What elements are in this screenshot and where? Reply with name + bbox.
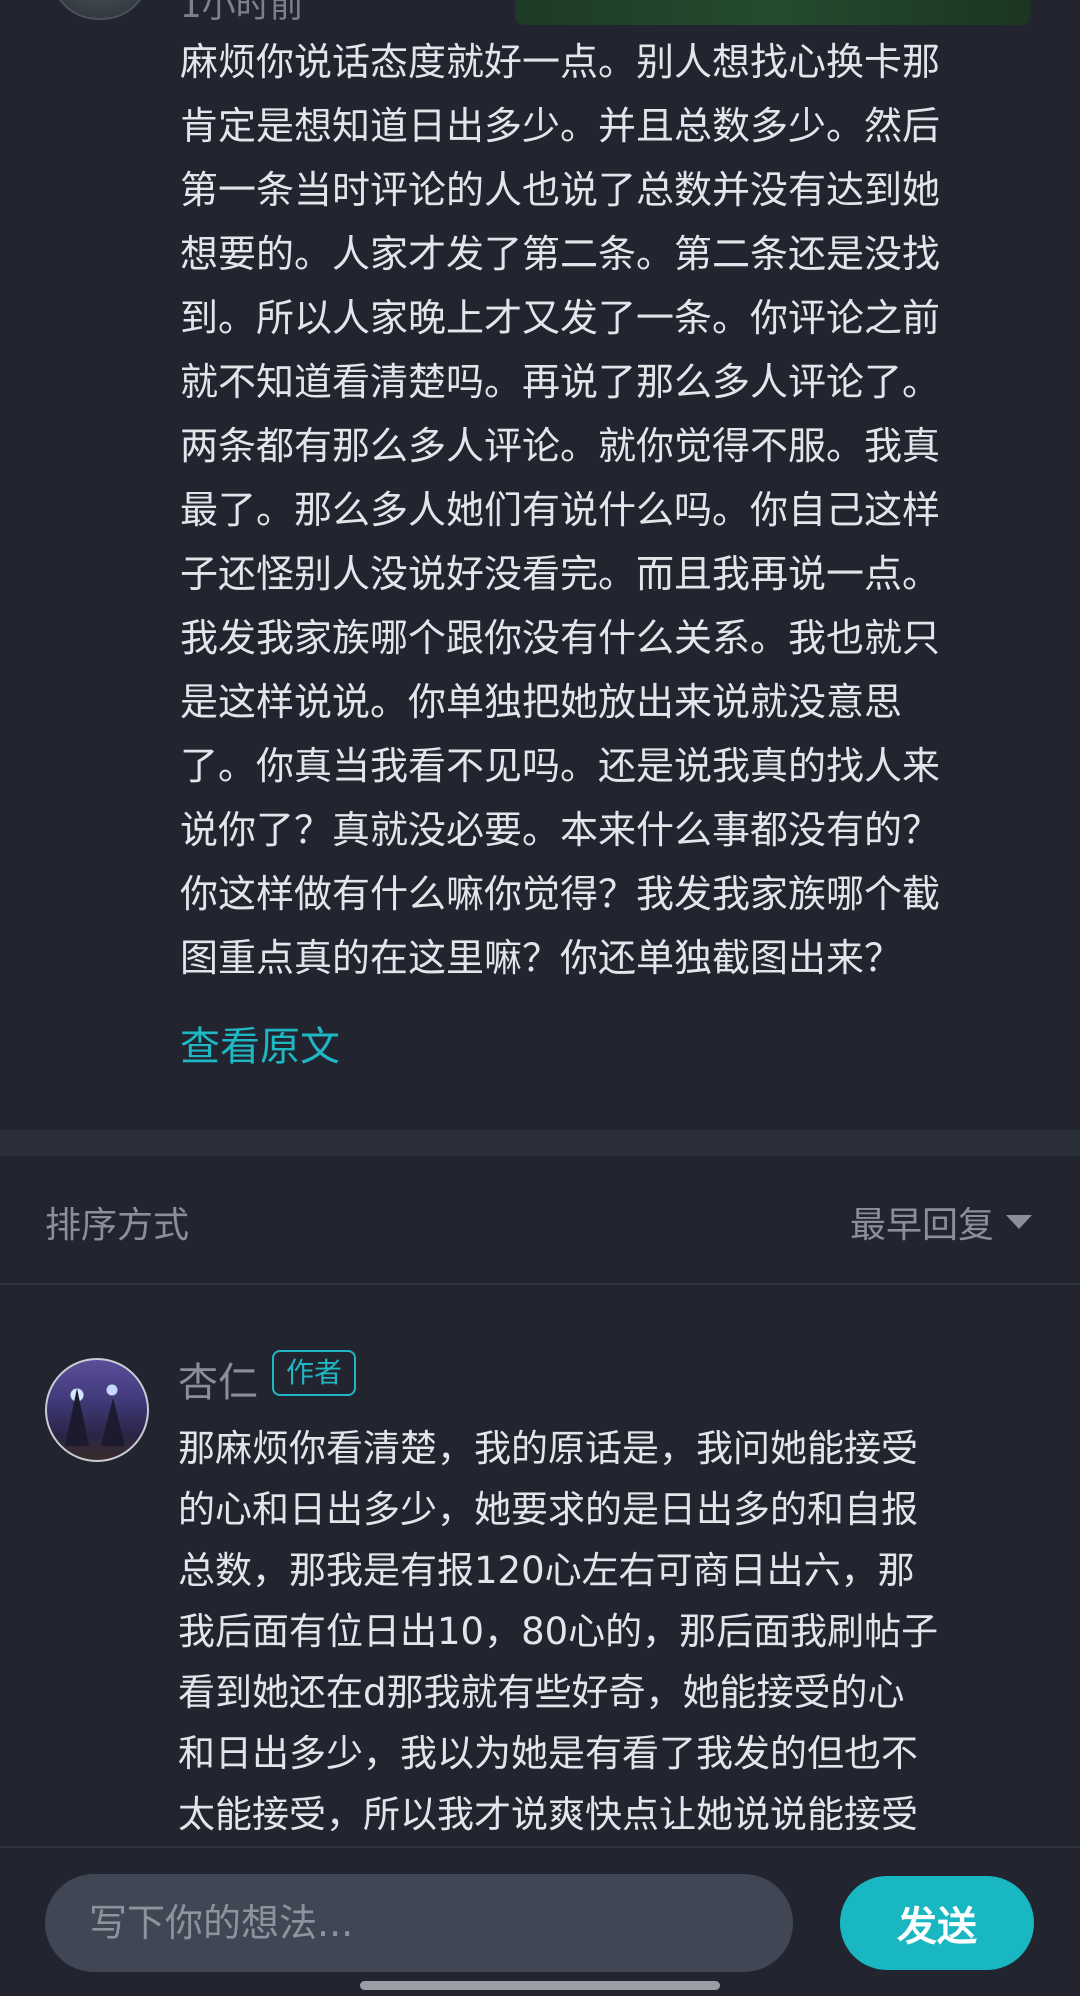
post-body-line: 图重点真的在这里嘛？你还单独截图出来？ <box>180 936 903 980</box>
view-original-link[interactable]: 查看原文 <box>180 1014 340 1072</box>
avatar-tree-shape <box>65 1388 89 1446</box>
post-timestamp: 1小时前 <box>180 0 304 26</box>
section-divider <box>0 1130 1080 1156</box>
sort-divider <box>0 1283 1080 1285</box>
reply-author-name[interactable]: 杏仁 <box>178 1350 258 1408</box>
sort-selected-value: 最早回复 <box>849 1205 994 1246</box>
post-body-line: 是这样说说。你单独把她放出来说就没意思 <box>180 680 903 724</box>
reply-body-line: 我后面有位日出10，80心的，那后面我刷帖子 <box>178 1610 939 1653</box>
post-body-line: 想要的。人家才发了第二条。第二条还是没找 <box>180 232 941 276</box>
post-body-line: 说你了？真就没必要。本来什么事都没有的？ <box>180 808 941 852</box>
comment-input[interactable] <box>45 1874 793 1972</box>
send-button[interactable]: 发送 <box>840 1876 1034 1970</box>
post-body-line: 第一条当时评论的人也说了总数并没有达到她 <box>180 168 941 212</box>
post-body-line: 两条都有那么多人评论。就你觉得不服。我真 <box>180 424 941 468</box>
reply-body-line: 和日出多少，我以为她是有看了我发的但也不 <box>178 1732 918 1775</box>
reply-body-line: 总数，那我是有报120心左右可商日出六，那 <box>178 1549 915 1592</box>
sort-order-dropdown[interactable]: 最早回复 <box>850 1196 1032 1248</box>
home-indicator[interactable] <box>360 1981 720 1990</box>
post-body-line: 子还怪别人没说好没看完。而且我再说一点。 <box>180 552 941 596</box>
post-body-text: 麻烦你说话态度就好一点。别人想找心换卡那 肯定是想知道日出多少。并且总数多少。然… <box>180 30 1030 990</box>
reply-body-line: 的心和日出多少，她要求的是日出多的和自报 <box>178 1488 918 1531</box>
caret-down-icon <box>1006 1215 1032 1229</box>
post-body-line: 肯定是想知道日出多少。并且总数多少。然后 <box>180 104 941 148</box>
avatar-tree-shape <box>101 1398 125 1446</box>
author-badge: 作者 <box>272 1350 357 1396</box>
reply-body-line: 那麻烦你看清楚，我的原话是，我问她能接受 <box>178 1427 918 1470</box>
reply-body-line: 太能接受，所以我才说爽快点让她说说能接受 <box>178 1793 918 1836</box>
post-body-line: 到。所以人家晚上才又发了一条。你评论之前 <box>180 296 941 340</box>
post-body-line: 我发我家族哪个跟你没有什么关系。我也就只 <box>180 616 941 660</box>
commenter-avatar[interactable] <box>50 0 150 20</box>
sort-label: 排序方式 <box>45 1205 190 1246</box>
post-body-line: 就不知道看清楚吗。再说了那么多人评论了。 <box>180 360 941 404</box>
post-body-line: 了。你真当我看不见吗。还是说我真的找人来 <box>180 744 941 788</box>
reply-body-text: 那麻烦你看清楚，我的原话是，我问她能接受 的心和日出多少，她要求的是日出多的和自… <box>178 1418 1038 1845</box>
post-image-thumbnail[interactable] <box>515 0 1031 25</box>
reply-author-avatar[interactable] <box>45 1358 149 1462</box>
sort-bar: 排序方式 最早回复 <box>0 1156 1080 1284</box>
post-body-line: 你这样做有什么嘛你觉得？我发我家族哪个截 <box>180 872 941 916</box>
reply-body-line: 看到她还在d那我就有些好奇，她能接受的心 <box>178 1671 905 1714</box>
comment-composer-bar: 发送 <box>0 1846 1080 1996</box>
post-body-line: 麻烦你说话态度就好一点。别人想找心换卡那 <box>180 40 941 84</box>
post-body-line: 最了。那么多人她们有说什么吗。你自己这样 <box>180 488 941 532</box>
